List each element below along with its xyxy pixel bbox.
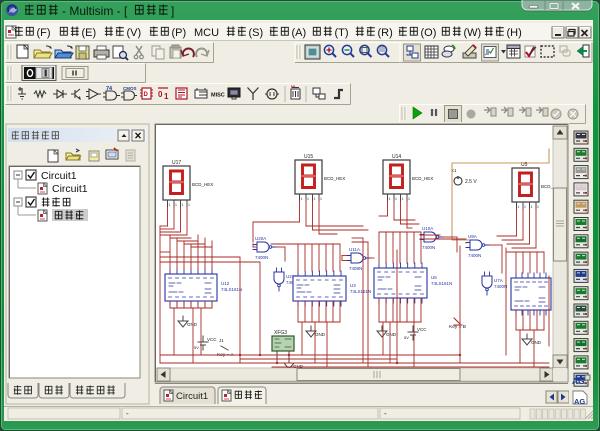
svg-text:1: 1 xyxy=(395,197,397,201)
svg-text:(E): (E) xyxy=(82,27,97,39)
svg-text:1: 1 xyxy=(389,197,391,201)
svg-text:1: 1 xyxy=(518,205,520,209)
svg-text:Circuit1: Circuit1 xyxy=(52,183,88,195)
svg-text:U15: U15 xyxy=(304,154,313,160)
svg-text:U6: U6 xyxy=(431,275,437,280)
svg-text:7400N: 7400N xyxy=(494,284,507,289)
svg-text:1: 1 xyxy=(175,203,177,207)
svg-text:AG: AG xyxy=(572,376,585,386)
svg-text:- Multisim - [: - Multisim - [ xyxy=(62,4,128,18)
svg-text:1: 1 xyxy=(408,197,410,201)
svg-text:1: 1 xyxy=(531,205,533,209)
svg-text:(R): (R) xyxy=(378,27,393,39)
svg-text:7408N: 7408N xyxy=(349,266,362,271)
svg-text:1: 1 xyxy=(320,197,322,201)
svg-text:U11A: U11A xyxy=(349,247,360,252)
svg-text:U7A: U7A xyxy=(494,278,503,283)
svg-text:CMOS: CMOS xyxy=(123,86,137,91)
svg-text:(A): (A) xyxy=(292,27,307,39)
svg-text:D: D xyxy=(144,92,149,98)
svg-text:1: 1 xyxy=(402,197,404,201)
svg-text:U14: U14 xyxy=(392,154,401,160)
svg-text:XFG3: XFG3 xyxy=(274,330,287,336)
svg-text:Circuit1: Circuit1 xyxy=(176,391,208,402)
svg-text:1: 1 xyxy=(314,197,316,201)
svg-text:(H): (H) xyxy=(507,27,522,39)
svg-text:BCD_HEX: BCD_HEX xyxy=(412,176,433,181)
svg-text:1: 1 xyxy=(169,203,171,207)
svg-text:(V): (V) xyxy=(127,27,142,39)
svg-text:(W): (W) xyxy=(464,27,482,39)
svg-text:J1: J1 xyxy=(219,338,224,343)
svg-text:(P): (P) xyxy=(172,27,187,39)
svg-text:U10A: U10A xyxy=(422,226,433,231)
svg-text:Circuit1: Circuit1 xyxy=(41,170,77,182)
svg-text:GND: GND xyxy=(315,332,326,337)
svg-text:(O): (O) xyxy=(421,27,437,39)
svg-text:GND: GND xyxy=(187,322,198,327)
svg-text:1: 1 xyxy=(182,203,184,207)
svg-text:1: 1 xyxy=(301,197,303,201)
svg-text:(T): (T) xyxy=(335,27,349,39)
svg-text:]: ] xyxy=(171,4,174,18)
svg-text:NI: NI xyxy=(291,84,295,89)
svg-text:GND: GND xyxy=(386,332,397,337)
svg-text:7400N: 7400N xyxy=(468,253,481,258)
svg-text:MISC: MISC xyxy=(211,93,225,99)
svg-text:1: 1 xyxy=(537,205,539,209)
svg-text:(S): (S) xyxy=(249,27,264,39)
svg-text:GND: GND xyxy=(531,340,542,345)
svg-text:(F): (F) xyxy=(37,27,51,39)
svg-text:BCD_HEX: BCD_HEX xyxy=(192,182,213,187)
svg-text:VCC: VCC xyxy=(417,327,427,332)
svg-text:5V: 5V xyxy=(194,345,199,350)
svg-text:1: 1 xyxy=(524,205,526,209)
svg-text:-: - xyxy=(384,409,387,418)
svg-text:1: 1 xyxy=(307,197,309,201)
svg-text:U17: U17 xyxy=(172,160,181,166)
svg-text:U3: U3 xyxy=(350,283,356,288)
svg-text:1: 1 xyxy=(188,203,190,207)
svg-text:U20A: U20A xyxy=(255,236,266,241)
svg-text:-: - xyxy=(126,409,129,418)
svg-text:VCC: VCC xyxy=(207,337,217,342)
svg-text:BCD_: BCD_ xyxy=(541,184,554,189)
svg-text:7400N: 7400N xyxy=(422,245,435,250)
svg-text:1: 1 xyxy=(164,92,169,101)
svg-text:7400N: 7400N xyxy=(255,255,268,260)
svg-text:U12: U12 xyxy=(221,281,230,286)
svg-text:MCU: MCU xyxy=(194,27,219,39)
svg-text:2.5 V: 2.5 V xyxy=(465,179,477,185)
svg-text:5V: 5V xyxy=(404,335,409,340)
svg-text:0: 0 xyxy=(158,90,163,99)
svg-text:U9A: U9A xyxy=(468,234,477,239)
svg-text:74LS161N: 74LS161N xyxy=(221,287,242,292)
svg-text:AG: AG xyxy=(574,397,585,406)
svg-text:74LS161N: 74LS161N xyxy=(431,281,452,286)
svg-text:BCD_HEX: BCD_HEX xyxy=(324,176,345,181)
